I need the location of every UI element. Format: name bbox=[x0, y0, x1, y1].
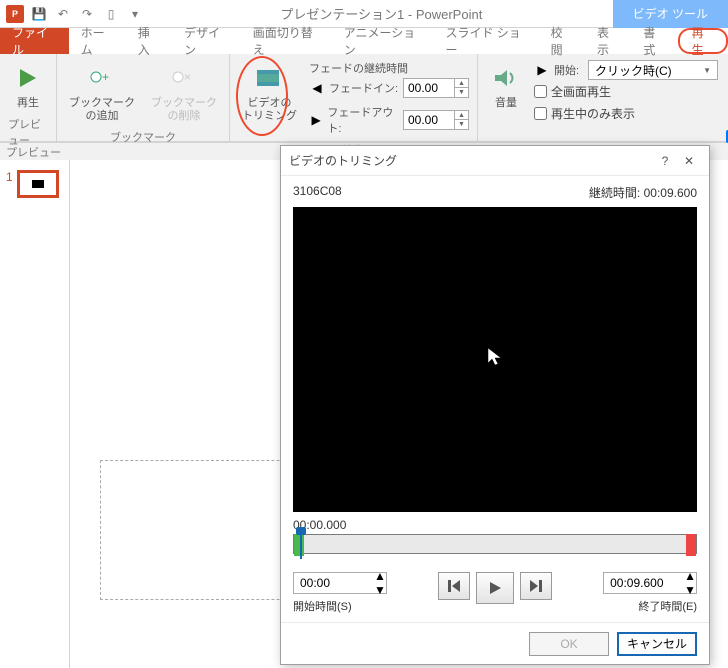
hide-not-playing-checkbox[interactable]: 再生中のみ表示 bbox=[534, 105, 718, 122]
spin-up-icon[interactable]: ▲ bbox=[684, 569, 696, 583]
slide-thumbnail[interactable]: 1 bbox=[6, 170, 63, 198]
add-bookmark-button[interactable]: + ブックマーク の追加 bbox=[65, 58, 139, 127]
tab-playback[interactable]: 再生 bbox=[678, 28, 728, 54]
help-button[interactable]: ? bbox=[653, 149, 677, 173]
cancel-button[interactable]: キャンセル bbox=[617, 632, 697, 656]
current-timecode: 00:00.000 bbox=[293, 518, 697, 532]
bookmark-remove-icon: × bbox=[168, 62, 200, 94]
slide-number: 1 bbox=[6, 170, 13, 184]
tab-review[interactable]: 校閲 bbox=[539, 28, 585, 54]
fade-in-label: フェードイン: bbox=[329, 80, 399, 96]
spin-down-icon[interactable]: ▼ bbox=[374, 583, 386, 597]
dialog-body: 3106C08 継続時間: 00:09.600 00:00.000 ▲▼ 開始時… bbox=[281, 176, 709, 622]
fade-in-spinner[interactable]: ▲▼ bbox=[403, 78, 469, 98]
trim-video-dialog: ビデオのトリミング ? ✕ 3106C08 継続時間: 00:09.600 00… bbox=[280, 145, 710, 665]
qat-dropdown-icon[interactable]: ▾ bbox=[126, 5, 144, 23]
quick-access-toolbar: P 💾 ↶ ↷ ▯ ▾ bbox=[0, 5, 150, 23]
prev-frame-button[interactable] bbox=[438, 572, 470, 600]
start-from-beginning-icon[interactable]: ▯ bbox=[102, 5, 120, 23]
dialog-titlebar: ビデオのトリミング ? ✕ bbox=[281, 146, 709, 176]
trim-video-icon bbox=[254, 62, 286, 94]
play-pause-button[interactable] bbox=[476, 572, 514, 604]
fade-in-icon: ◀ bbox=[309, 80, 325, 96]
tab-view[interactable]: 表示 bbox=[585, 28, 631, 54]
app-icon: P bbox=[6, 5, 24, 23]
start-dropdown-value: クリック時(C) bbox=[595, 62, 672, 79]
group-edit: ビデオの トリミング フェードの継続時間 ◀ フェードイン: ▲▼ ▶ フェード… bbox=[230, 54, 478, 141]
dialog-footer: OK キャンセル bbox=[281, 622, 709, 664]
slide-thumb-preview bbox=[17, 170, 59, 198]
ok-button: OK bbox=[529, 632, 609, 656]
cursor-icon bbox=[487, 347, 503, 372]
svg-text:+: + bbox=[102, 70, 109, 84]
svg-text:×: × bbox=[184, 70, 191, 84]
tab-design[interactable]: デザイン bbox=[172, 28, 241, 54]
tab-animations[interactable]: アニメーション bbox=[332, 28, 434, 54]
dialog-title: ビデオのトリミング bbox=[289, 152, 397, 169]
next-frame-button[interactable] bbox=[520, 572, 552, 600]
group-preview: 再生 プレビュー bbox=[0, 54, 57, 141]
clip-name: 3106C08 bbox=[293, 184, 342, 201]
tab-file[interactable]: ファイル bbox=[0, 28, 69, 54]
fade-out-spinner[interactable]: ▲▼ bbox=[403, 110, 469, 130]
trim-start-handle[interactable] bbox=[294, 534, 304, 556]
fade-out-icon: ▶ bbox=[309, 112, 323, 128]
trim-video-button[interactable]: ビデオの トリミング bbox=[238, 58, 301, 127]
spin-up-icon[interactable]: ▲ bbox=[455, 79, 468, 88]
volume-icon bbox=[490, 62, 522, 94]
video-preview[interactable] bbox=[293, 207, 697, 512]
play-icon bbox=[12, 62, 44, 94]
fade-out-label: フェードアウト: bbox=[327, 104, 399, 136]
end-time-spinner[interactable]: ▲▼ bbox=[603, 572, 697, 594]
fade-in-input[interactable] bbox=[404, 79, 454, 97]
full-screen-checkbox[interactable]: 全画面再生 bbox=[534, 83, 718, 100]
window-title: プレゼンテーション1 - PowerPoint bbox=[150, 4, 613, 23]
start-label: 開始: bbox=[554, 62, 584, 78]
chevron-down-icon: ▼ bbox=[703, 66, 711, 75]
ribbon: 再生 プレビュー + ブックマーク の追加 × ブックマーク の削除 ブックマー… bbox=[0, 54, 728, 142]
save-icon[interactable]: 💾 bbox=[30, 5, 48, 23]
duration-readout: 継続時間: 00:09.600 bbox=[589, 184, 697, 201]
start-dropdown[interactable]: クリック時(C) ▼ bbox=[588, 60, 718, 80]
tab-format[interactable]: 書式 bbox=[631, 28, 677, 54]
spin-down-icon[interactable]: ▼ bbox=[684, 583, 696, 597]
tab-slideshow[interactable]: スライド ショー bbox=[433, 28, 538, 54]
start-time-input[interactable] bbox=[294, 573, 374, 593]
start-time-spinner[interactable]: ▲▼ bbox=[293, 572, 387, 594]
start-icon: ▶ bbox=[534, 62, 550, 78]
group-bookmarks: + ブックマーク の追加 × ブックマーク の削除 ブックマーク bbox=[57, 54, 230, 141]
tab-insert[interactable]: 挿入 bbox=[126, 28, 172, 54]
trim-end-handle[interactable] bbox=[686, 534, 696, 556]
undo-icon[interactable]: ↶ bbox=[54, 5, 72, 23]
tab-home[interactable]: ホーム bbox=[69, 28, 126, 54]
close-button[interactable]: ✕ bbox=[677, 149, 701, 173]
playhead[interactable] bbox=[300, 529, 302, 559]
trim-timeline[interactable] bbox=[293, 534, 697, 554]
tab-transitions[interactable]: 画面切り替え bbox=[241, 28, 332, 54]
group-video-options: 音量 ▶ 開始: クリック時(C) ▼ 全画面再生 再生中のみ表示 停止するまで… bbox=[478, 54, 728, 141]
volume-button[interactable]: 音量 bbox=[486, 58, 526, 114]
ribbon-tabs: ファイル ホーム 挿入 デザイン 画面切り替え アニメーション スライド ショー… bbox=[0, 28, 728, 54]
play-button[interactable]: 再生 bbox=[8, 58, 48, 114]
fade-out-input[interactable] bbox=[404, 111, 454, 129]
bookmark-add-icon: + bbox=[86, 62, 118, 94]
redo-icon[interactable]: ↷ bbox=[78, 5, 96, 23]
fade-duration-label: フェードの継続時間 bbox=[309, 60, 469, 76]
end-time-label: 終了時間(E) bbox=[638, 598, 697, 614]
end-time-input[interactable] bbox=[604, 573, 684, 593]
remove-bookmark-button: × ブックマーク の削除 bbox=[147, 58, 221, 127]
spin-up-icon[interactable]: ▲ bbox=[455, 111, 468, 120]
spin-down-icon[interactable]: ▼ bbox=[455, 120, 468, 129]
spin-down-icon[interactable]: ▼ bbox=[455, 88, 468, 97]
spin-up-icon[interactable]: ▲ bbox=[374, 569, 386, 583]
start-time-label: 開始時間(S) bbox=[293, 598, 387, 614]
slide-thumbnail-panel: 1 bbox=[0, 160, 70, 668]
